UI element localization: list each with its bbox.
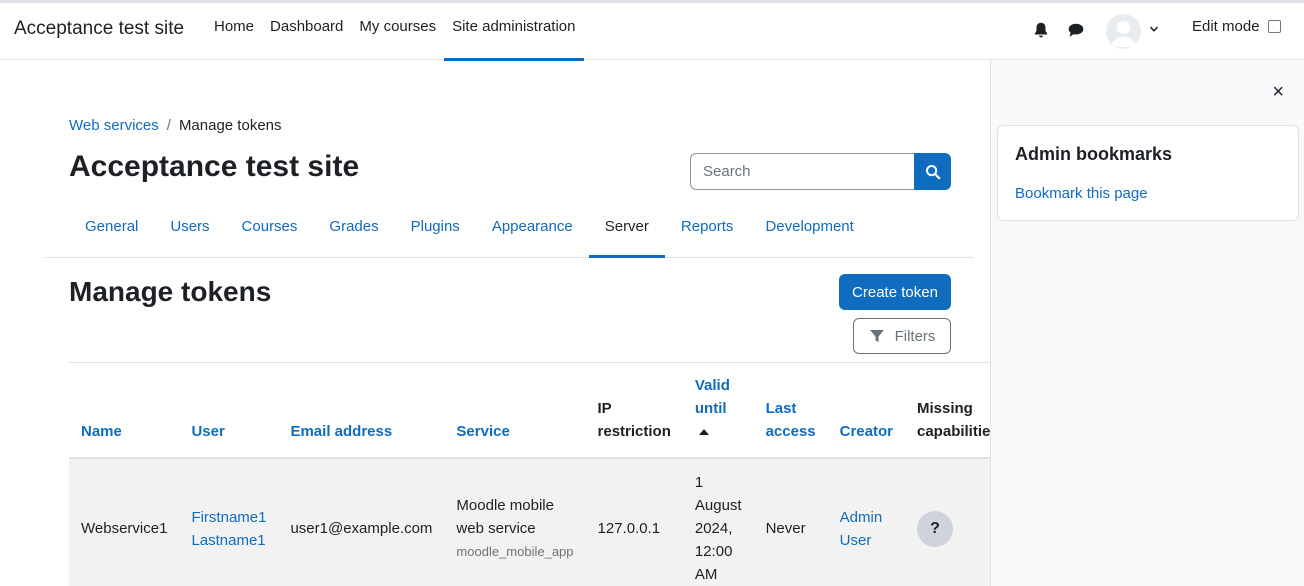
secondary-navigation: General Users Courses Grades Plugins App… [45,200,974,258]
close-drawer-icon[interactable]: × [1272,82,1284,102]
create-token-button[interactable]: Create token [839,274,951,310]
user-avatar[interactable] [1106,14,1141,49]
filters-label: Filters [894,327,936,345]
col-email[interactable]: Email address [278,363,445,459]
user-silhouette-icon [1111,21,1136,47]
table-header-row: Name User Email address Service IP restr… [69,363,990,459]
breadcrumb-web-services[interactable]: Web services [69,117,159,134]
admin-search [690,153,951,190]
cell-valid-until: 1 August 2024, 12:00 AM [682,458,754,586]
admin-bookmarks-title: Admin bookmarks [1015,144,1173,164]
chat-bubble-icon[interactable] [1067,21,1085,39]
user-link[interactable]: Firstname1 Lastname1 [191,509,266,549]
col-ip-line1: IP [597,400,612,417]
nav-site-administration[interactable]: Site administration [444,3,584,61]
bookmark-this-page-link[interactable]: Bookmark this page [1015,185,1148,202]
col-missing-line2: capabilities [917,423,990,440]
tab-general[interactable]: General [69,200,154,257]
site-name-link[interactable]: Acceptance test site [14,18,184,40]
right-drawer: × Admin bookmarks Bookmark this page [990,60,1304,586]
cell-email: user1@example.com [278,458,445,586]
service-shortname: moodle_mobile_app [456,544,574,559]
cell-missing-capabilities: ? [905,458,990,586]
section-title: Manage tokens [69,276,272,307]
col-last-access[interactable]: Last access [753,363,828,459]
cell-name: Webservice1 [69,458,180,586]
tab-appearance[interactable]: Appearance [476,200,589,257]
tab-plugins[interactable]: Plugins [395,200,476,257]
bell-icon[interactable] [1032,21,1050,39]
creator-link[interactable]: Admin User [840,509,883,549]
chevron-down-icon[interactable] [1148,23,1160,35]
service-name-line2: web service [456,520,536,537]
col-service[interactable]: Service [444,363,586,459]
col-last-line2: access [765,423,816,440]
admin-bookmarks-block: Admin bookmarks Bookmark this page [997,125,1299,221]
col-missing-capabilities: Missing capabilities [905,363,990,459]
tab-development[interactable]: Development [749,200,869,257]
cell-service: Moodle mobile web service moodle_mobile_… [444,458,586,586]
cell-ip: 127.0.0.1 [585,458,683,586]
breadcrumb-separator: / [166,117,171,134]
col-ip-line2: restriction [597,423,671,440]
page-title: Acceptance test site [69,150,360,183]
col-user[interactable]: User [179,363,279,459]
col-valid-line2: until [694,400,727,417]
breadcrumb: Web services / Manage tokens [69,117,282,134]
tokens-table: Name User Email address Service IP restr… [69,363,990,586]
nav-my-courses[interactable]: My courses [351,3,444,60]
service-name-line1: Moodle mobile [456,497,554,514]
col-missing-line1: Missing [917,400,973,417]
filters-button[interactable]: Filters [853,318,951,354]
search-input[interactable] [690,153,915,190]
edit-mode-toggle[interactable]: Edit mode [1192,18,1281,35]
cell-user: Firstname1 Lastname1 [179,458,279,586]
edit-mode-checkbox[interactable] [1267,20,1281,33]
search-icon [925,164,940,179]
nav-home[interactable]: Home [206,3,262,60]
tab-courses[interactable]: Courses [226,200,314,257]
tab-server[interactable]: Server [588,200,666,258]
tab-reports[interactable]: Reports [665,200,750,257]
tokens-table-container: Name User Email address Service IP restr… [69,362,990,586]
breadcrumb-current: Manage tokens [178,117,282,134]
col-creator[interactable]: Creator [827,363,905,459]
missing-capabilities-help-icon[interactable]: ? [917,510,953,547]
top-navbar: Acceptance test site Home Dashboard My c… [0,0,1304,61]
cell-creator: Admin User [827,458,905,586]
col-ip-restriction: IP restriction [585,363,683,459]
edit-mode-label: Edit mode [1192,18,1260,35]
col-name[interactable]: Name [69,363,180,459]
cell-last-access: Never [753,458,828,586]
sort-ascending-icon [698,429,709,436]
col-valid-until[interactable]: Valid until [682,363,754,459]
nav-dashboard[interactable]: Dashboard [262,3,351,60]
primary-navigation: Home Dashboard My courses Site administr… [206,3,584,61]
col-valid-line1: Valid [694,377,730,394]
tab-users[interactable]: Users [154,200,225,257]
search-button[interactable] [914,153,951,190]
tab-grades[interactable]: Grades [313,200,394,257]
col-last-line1: Last [765,400,797,417]
table-row: Webservice1 Firstname1 Lastname1 user1@ex… [69,458,990,586]
filter-funnel-icon [869,330,884,342]
